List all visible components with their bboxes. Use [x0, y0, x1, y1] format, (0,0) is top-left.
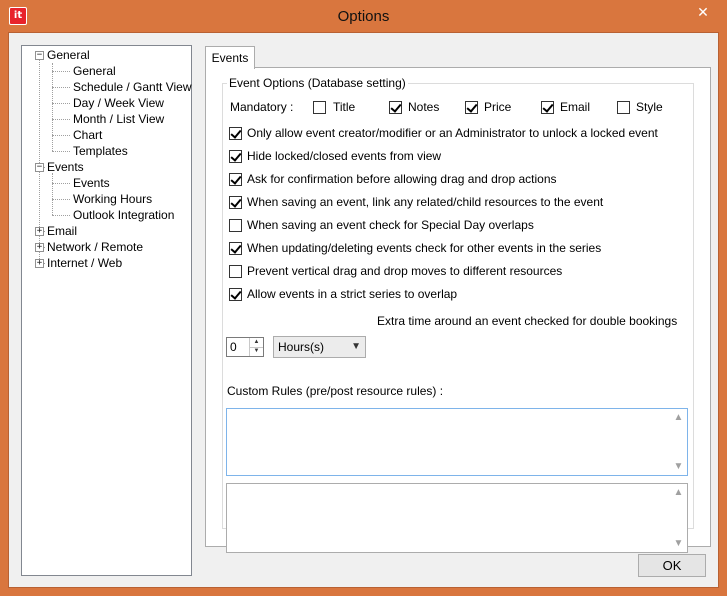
option-unlock-locked-checkbox[interactable]	[229, 127, 242, 140]
tree-item-working-hours[interactable]: Working Hours	[73, 191, 152, 207]
options-tree[interactable]: − General General Schedule / Gantt View …	[21, 45, 192, 576]
option-link-resources-checkbox[interactable]	[229, 196, 242, 209]
tree-item-network-remote[interactable]: Network / Remote	[47, 239, 143, 255]
general-collapse-icon[interactable]: −	[35, 51, 44, 60]
events-tab-panel: Event Options (Database setting) Mandato…	[205, 67, 711, 553]
mandatory-email-checkbox[interactable]	[541, 101, 554, 114]
option-series-check-checkbox[interactable]	[229, 242, 242, 255]
option-strict-series-overlap-checkbox[interactable]	[229, 288, 242, 301]
mandatory-label: Mandatory :	[230, 100, 294, 114]
tree-item-chart[interactable]: Chart	[73, 127, 102, 143]
close-button[interactable]: ✕	[686, 1, 720, 23]
chevron-down-icon[interactable]: ▼	[351, 339, 361, 355]
custom-rules-scrollbar[interactable]: ▲ ▼	[670, 409, 687, 475]
second-textarea-scrollbar[interactable]: ▲ ▼	[670, 484, 687, 552]
extra-time-unit-select[interactable]: Hours(s) ▼	[273, 336, 366, 358]
extra-time-label: Extra time around an event checked for d…	[377, 314, 678, 328]
option-prevent-vertical-drag-label[interactable]: Prevent vertical drag and drop moves to …	[247, 263, 562, 279]
tree-item-outlook-integration[interactable]: Outlook Integration	[73, 207, 174, 223]
option-link-resources-label[interactable]: When saving an event, link any related/c…	[247, 194, 603, 210]
tree-item-events-events[interactable]: Events	[73, 175, 110, 191]
email-expand-icon[interactable]: +	[35, 227, 44, 236]
option-hide-locked-checkbox[interactable]	[229, 150, 242, 163]
mandatory-style-checkbox[interactable]	[617, 101, 630, 114]
custom-rules-textarea[interactable]: ▲ ▼	[226, 408, 688, 476]
option-prevent-vertical-drag-checkbox[interactable]	[229, 265, 242, 278]
tree-item-email[interactable]: Email	[47, 223, 77, 239]
event-options-legend: Event Options (Database setting)	[227, 76, 408, 90]
network-expand-icon[interactable]: +	[35, 243, 44, 252]
tree-item-general-general[interactable]: General	[73, 63, 116, 79]
extra-time-value[interactable]: 0	[230, 339, 237, 355]
mandatory-price-checkbox[interactable]	[465, 101, 478, 114]
tree-item-schedule-gantt-view[interactable]: Schedule / Gantt View	[73, 79, 192, 95]
tree-item-events[interactable]: Events	[47, 159, 84, 175]
mandatory-email-label[interactable]: Email	[560, 99, 590, 115]
extra-time-spinner[interactable]: 0 ▲ ▼	[226, 337, 264, 357]
internet-expand-icon[interactable]: +	[35, 259, 44, 268]
scroll-up-icon[interactable]: ▲	[670, 484, 687, 501]
option-strict-series-overlap-label[interactable]: Allow events in a strict series to overl…	[247, 286, 457, 302]
mandatory-notes-checkbox[interactable]	[389, 101, 402, 114]
option-series-check-label[interactable]: When updating/deleting events check for …	[247, 240, 601, 256]
tree-item-month-list-view[interactable]: Month / List View	[73, 111, 164, 127]
spin-down-icon[interactable]: ▼	[250, 347, 263, 356]
custom-rules-label: Custom Rules (pre/post resource rules) :	[227, 384, 444, 398]
scroll-down-icon[interactable]: ▼	[670, 535, 687, 552]
tree-item-internet-web[interactable]: Internet / Web	[47, 255, 122, 271]
options-window: it Options ✕ − General General Schedule …	[0, 0, 727, 596]
mandatory-price-label[interactable]: Price	[484, 99, 511, 115]
tree-item-general[interactable]: General	[47, 47, 90, 63]
option-special-day-label[interactable]: When saving an event check for Special D…	[247, 217, 534, 233]
option-confirm-drag-checkbox[interactable]	[229, 173, 242, 186]
events-collapse-icon[interactable]: −	[35, 163, 44, 172]
ok-button[interactable]: OK	[638, 554, 706, 577]
title-bar[interactable]: it Options ✕	[1, 1, 726, 32]
mandatory-style-label[interactable]: Style	[636, 99, 663, 115]
extra-time-unit-value: Hours(s)	[278, 340, 325, 354]
tab-events[interactable]: Events	[205, 46, 255, 69]
option-unlock-locked-label[interactable]: Only allow event creator/modifier or an …	[247, 125, 658, 141]
scroll-down-icon[interactable]: ▼	[670, 458, 687, 475]
custom-rules-second-textarea[interactable]: ▲ ▼	[226, 483, 688, 553]
option-special-day-checkbox[interactable]	[229, 219, 242, 232]
option-hide-locked-label[interactable]: Hide locked/closed events from view	[247, 148, 441, 164]
mandatory-notes-label[interactable]: Notes	[408, 99, 439, 115]
mandatory-title-label[interactable]: Title	[333, 99, 355, 115]
dialog-body: − General General Schedule / Gantt View …	[8, 32, 719, 588]
tree-item-day-week-view[interactable]: Day / Week View	[73, 95, 164, 111]
mandatory-title-checkbox[interactable]	[313, 101, 326, 114]
scroll-up-icon[interactable]: ▲	[670, 409, 687, 426]
option-confirm-drag-label[interactable]: Ask for confirmation before allowing dra…	[247, 171, 557, 187]
tree-item-templates[interactable]: Templates	[73, 143, 128, 159]
window-title: Options	[337, 8, 390, 25]
